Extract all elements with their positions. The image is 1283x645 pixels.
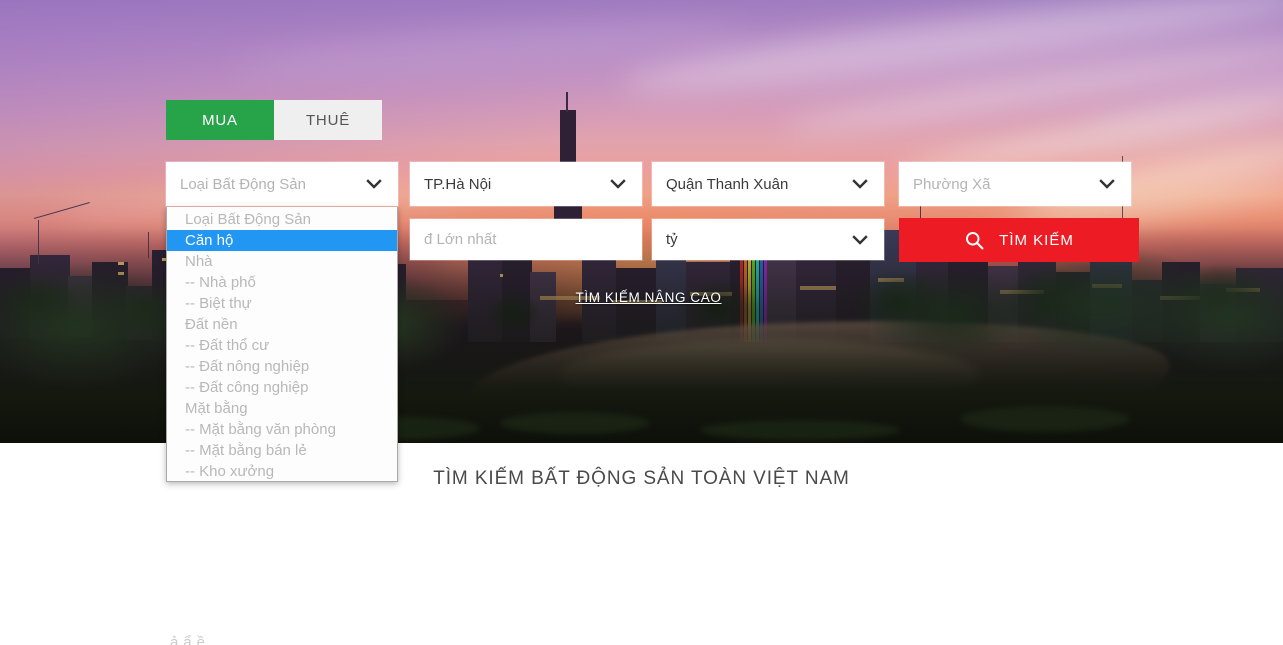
dropdown-option[interactable]: -- Mặt bằng bán lẻ xyxy=(167,440,397,461)
search-button-label: TÌM KIẾM xyxy=(999,231,1074,249)
chevron-down-icon xyxy=(1097,174,1117,194)
chevron-down-icon xyxy=(364,174,384,194)
max-price-field[interactable]: đ Lớn nhất xyxy=(410,219,642,260)
dropdown-option[interactable]: -- Biệt thự xyxy=(167,293,397,314)
dropdown-option[interactable]: -- Kho xưởng xyxy=(167,461,397,481)
chevron-down-icon xyxy=(850,174,870,194)
dropdown-option[interactable]: Căn hộ xyxy=(167,230,397,251)
district-select[interactable]: Quận Thanh Xuân xyxy=(652,162,884,206)
province-value: TP.Hà Nội xyxy=(424,175,492,193)
dropdown-option[interactable]: -- Nhà phố xyxy=(167,272,397,293)
dropdown-option[interactable]: Mặt bằng xyxy=(167,398,397,419)
dropdown-option[interactable]: -- Đất nông nghiệp xyxy=(167,356,397,377)
ward-value: Phường Xã xyxy=(913,175,991,193)
province-select[interactable]: TP.Hà Nội xyxy=(410,162,642,206)
search-button[interactable]: TÌM KIẾM xyxy=(899,218,1139,262)
price-unit-value: tỷ xyxy=(666,231,678,248)
property-type-dropdown[interactable]: Loại Bất Động Sản Căn hộ Nhà -- Nhà phố -- B… xyxy=(166,207,398,482)
page-root: MUA THUÊ Loại Bất Động Sản TP.Hà Nội Quậ… xyxy=(0,0,1283,645)
search-icon xyxy=(964,230,985,251)
partial-text-bottom: ả ẩ ề xyxy=(170,634,206,645)
tab-mua[interactable]: MUA xyxy=(166,100,274,140)
tab-thue[interactable]: THUÊ xyxy=(274,100,382,140)
dropdown-option[interactable]: Loại Bất Động Sản xyxy=(167,209,397,230)
dropdown-option[interactable]: -- Mặt bằng văn phòng xyxy=(167,419,397,440)
dropdown-option[interactable]: Nhà xyxy=(167,251,397,272)
chevron-down-icon xyxy=(850,230,870,250)
chevron-down-icon xyxy=(608,174,628,194)
property-type-value: Loại Bất Động Sản xyxy=(180,175,306,193)
district-value: Quận Thanh Xuân xyxy=(666,175,789,193)
ward-select[interactable]: Phường Xã xyxy=(899,162,1131,206)
max-price-placeholder: đ Lớn nhất xyxy=(424,231,497,248)
dropdown-option[interactable]: -- Đất thổ cư xyxy=(167,335,397,356)
listing-mode-tabs: MUA THUÊ xyxy=(166,100,382,140)
price-unit-select[interactable]: tỷ xyxy=(652,219,884,260)
dropdown-option[interactable]: Đất nền xyxy=(167,314,397,335)
property-type-select[interactable]: Loại Bất Động Sản xyxy=(166,162,398,206)
dropdown-option[interactable]: -- Đất công nghiệp xyxy=(167,377,397,398)
